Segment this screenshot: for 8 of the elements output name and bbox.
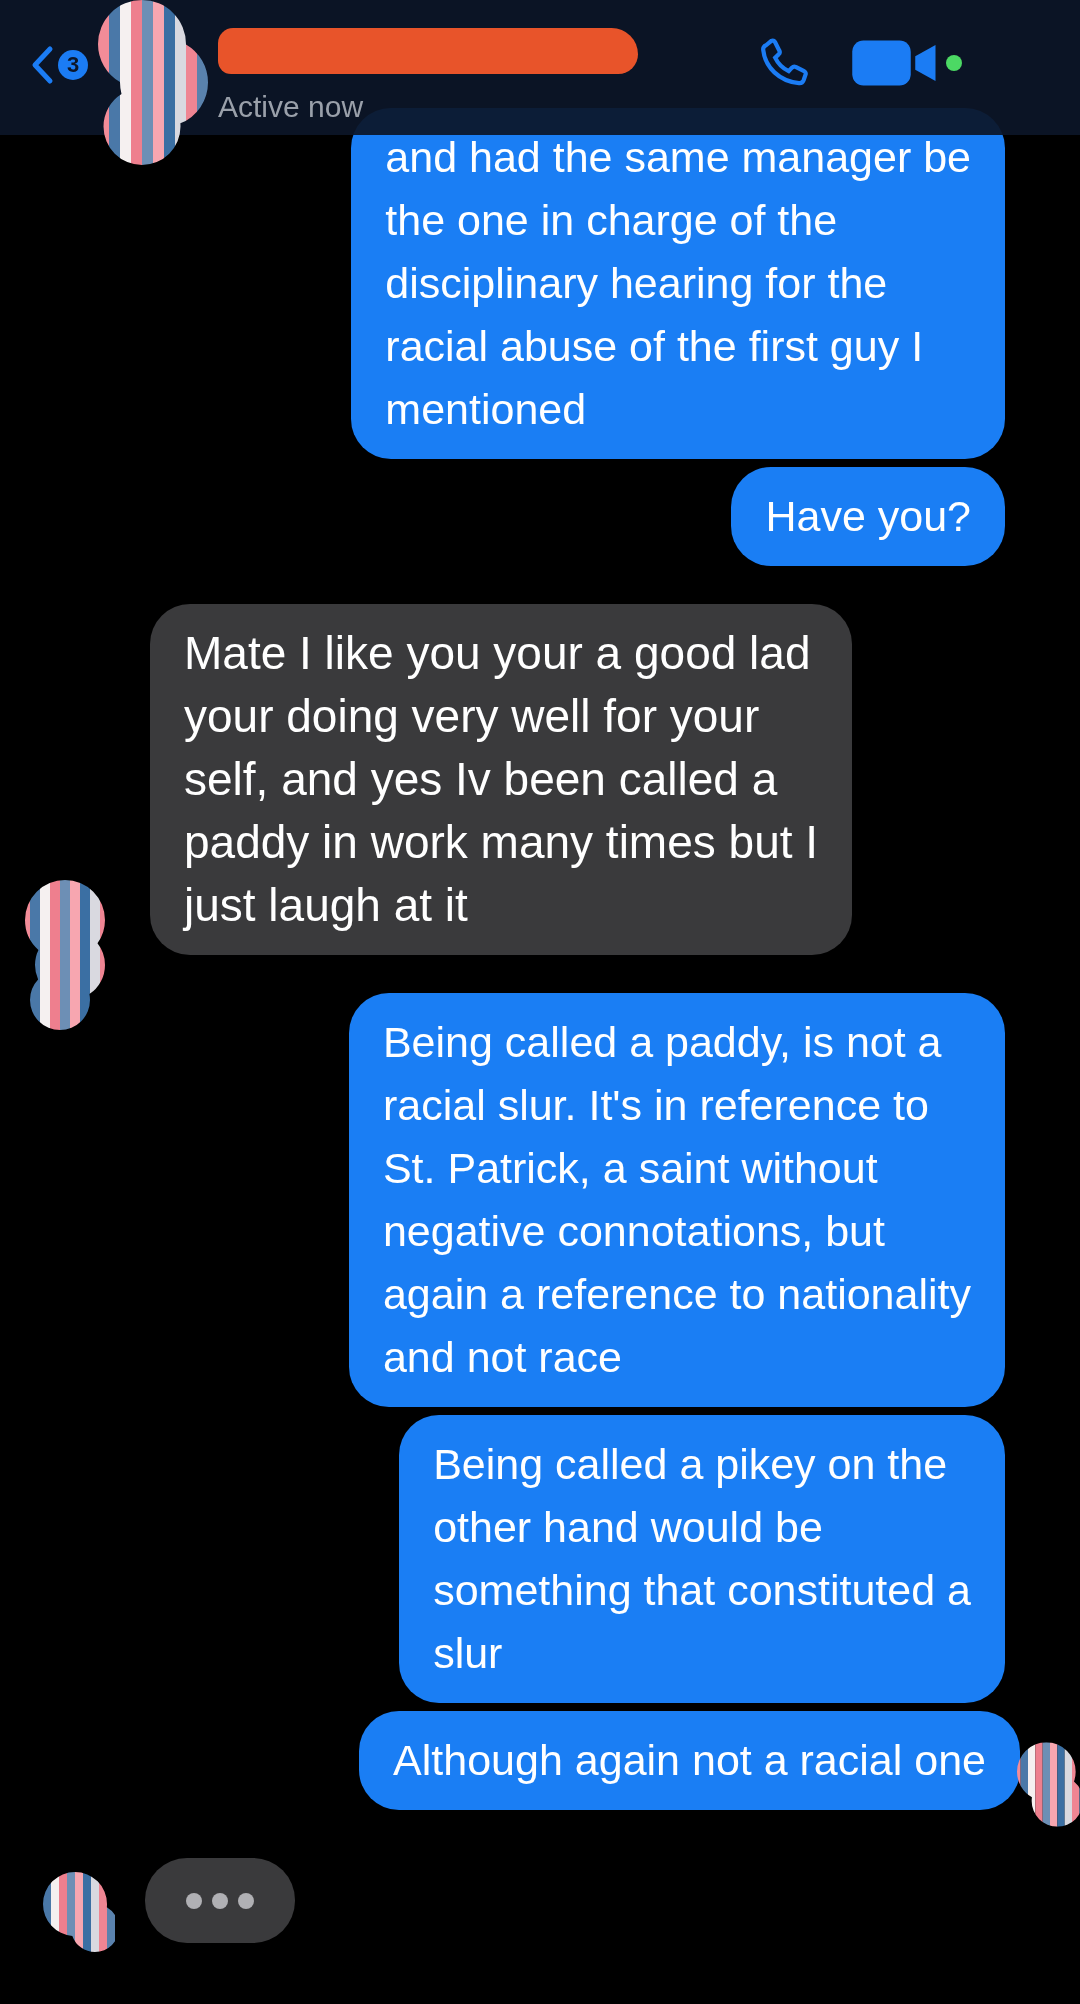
message-bubble: Being called a pikey on the other hand would be something that constituted a slur (399, 1415, 1005, 1703)
message-bubble: Although again not a racial one (359, 1711, 1020, 1810)
message-bubble: Being called a paddy, is not a racial slur. It's in reference to St. Patrick, a saint without negative connotations, but again a reference to nationality and not race (348, 993, 1005, 1407)
message-bubble: Have you? (731, 467, 1005, 566)
message-bubble: Mate I like you your a good lad your doing very well for your self, and yes Iv been called a paddy in work many times but I just laugh at it (150, 604, 853, 955)
unread-badge: 3 (58, 50, 88, 80)
back-button[interactable]: 3 (30, 45, 88, 85)
chevron-left-icon (30, 45, 54, 85)
